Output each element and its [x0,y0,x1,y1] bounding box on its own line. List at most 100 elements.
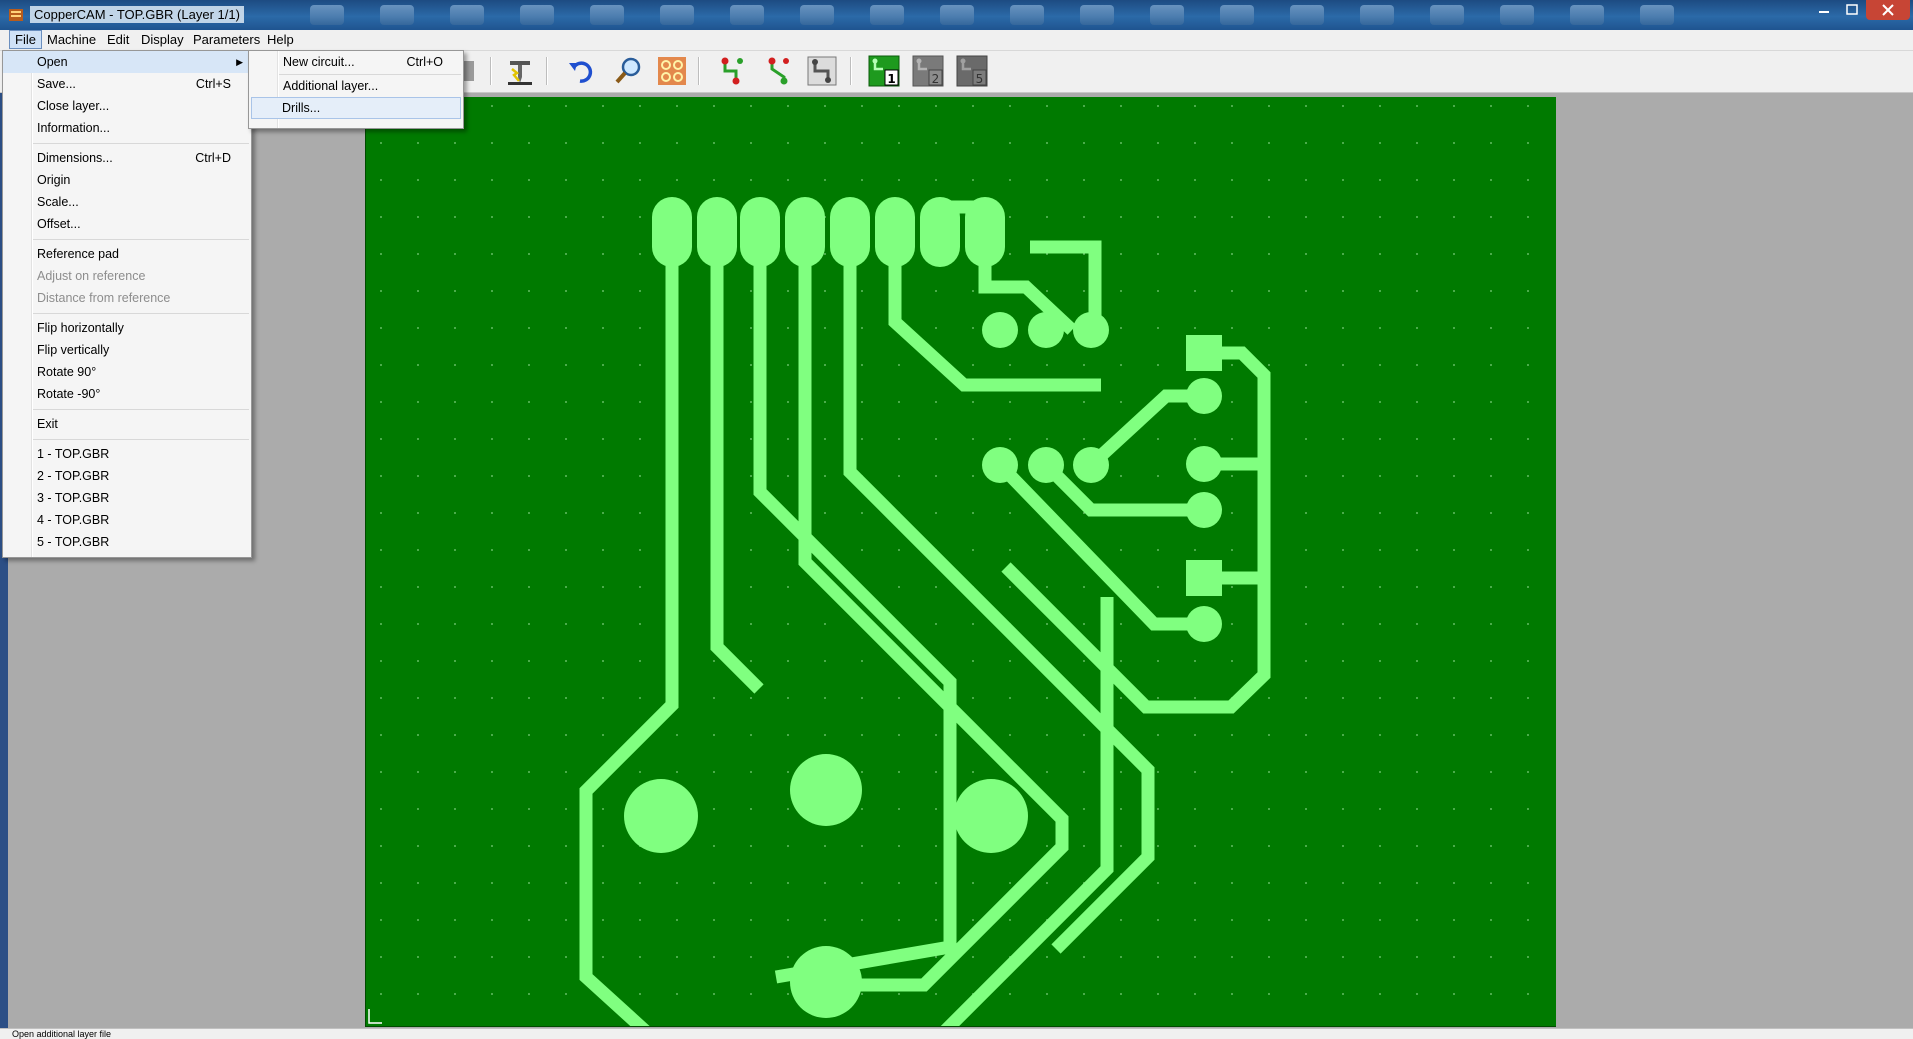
status-bar: Open additional layer file [0,1028,1913,1039]
close-button[interactable] [1866,0,1910,20]
board-grid [366,97,1556,1026]
menu-separator [33,313,249,314]
pad [740,197,780,267]
menu-item-label: New circuit... [283,55,355,69]
file-menu-item-origin[interactable]: Origin [3,169,251,191]
file-menu-item-open[interactable]: Open ▶ [3,51,251,73]
menu-item-label: Save... [37,77,76,91]
menu-file[interactable]: File [9,30,42,49]
menu-item-shortcut: Ctrl+D [195,151,231,165]
close-icon [1882,4,1894,16]
menu-item-label: Open [37,55,68,69]
open-submenu-item-additional-layer[interactable]: Additional layer... [249,75,463,97]
menu-item-shortcut: Ctrl+S [195,77,231,91]
toolbar-separator [546,57,548,85]
file-menu-item-flip-horizontally[interactable]: Flip horizontally [3,317,251,339]
menu-item-label: Close layer... [37,99,110,113]
undo-button[interactable] [566,55,598,87]
track-route-button[interactable] [762,55,794,87]
menu-item-label: 3 - TOP.GBR [37,491,110,505]
file-menu-item-4-top-gbr[interactable]: 4 - TOP.GBR [3,509,251,531]
file-menu-item-reference-pad[interactable]: Reference pad [3,243,251,265]
pcb-layout [366,97,1556,1026]
pcb-board-canvas[interactable] [365,97,1556,1027]
layer-5-number: 5 [976,72,984,86]
title-bar: CopperCAM - TOP.GBR (Layer 1/1) [0,0,1913,30]
layer-5-button[interactable]: 5 [956,55,988,87]
toolbar-separator [698,57,700,85]
file-menu-item-scale[interactable]: Scale... [3,191,251,213]
maximize-button[interactable] [1838,0,1866,20]
maximize-icon [1846,4,1858,15]
pad [697,197,737,267]
app-icon [9,9,23,21]
track-select-icon [721,57,743,85]
file-menu-item-2-top-gbr[interactable]: 2 - TOP.GBR [3,465,251,487]
pad [954,779,1028,853]
menu-machine[interactable]: Machine [42,31,101,48]
file-menu-item-5-top-gbr[interactable]: 5 - TOP.GBR [3,531,251,553]
track-edit-button[interactable] [806,55,838,87]
pad [1028,312,1064,348]
file-menu-item-offset[interactable]: Offset... [3,213,251,235]
pad [785,197,825,267]
menu-item-label: 5 - TOP.GBR [37,535,110,549]
menu-item-label: Reference pad [37,247,120,261]
menu-item-label: 2 - TOP.GBR [37,469,110,483]
menu-parameters[interactable]: Parameters [188,31,265,48]
menu-item-label: Flip horizontally [37,321,124,335]
menu-item-label: Additional layer... [283,79,379,93]
menu-separator [33,439,249,440]
pad [790,754,862,826]
pad [875,197,915,267]
layer-5-icon: 5 [956,55,988,87]
layer-2-button[interactable]: 2 [912,55,944,87]
menu-display[interactable]: Display [136,31,189,48]
pad [920,197,960,267]
undo-icon [569,61,593,83]
menu-separator [33,143,249,144]
minimize-button[interactable] [1810,0,1838,20]
pads-icon [658,57,686,85]
menu-item-label: 4 - TOP.GBR [37,513,110,527]
menu-edit[interactable]: Edit [102,31,134,48]
menu-item-label: Distance from reference [37,291,171,305]
track-select-button[interactable] [716,55,748,87]
file-menu-item-flip-vertically[interactable]: Flip vertically [3,339,251,361]
menu-item-shortcut: Ctrl+O [406,55,443,69]
menu-item-label: Offset... [37,217,81,231]
file-menu-item-close-layer[interactable]: Close layer... [3,95,251,117]
layer-1-icon: 1 [868,55,900,87]
taskbar-thumbnails [310,3,1790,27]
open-submenu: New circuit... Ctrl+O Additional layer... D… [248,50,464,129]
layer-2-icon: 2 [912,55,944,87]
track-edit-icon [807,56,837,86]
toolbar-separator [850,57,852,85]
file-menu-item-1-top-gbr[interactable]: 1 - TOP.GBR [3,443,251,465]
menu-item-label: Dimensions... [37,151,113,165]
file-menu-item-exit[interactable]: Exit [3,413,251,435]
file-menu-item-information[interactable]: Information... [3,117,251,139]
pad [965,197,1005,267]
file-menu-item-save[interactable]: Save... Ctrl+S [3,73,251,95]
open-submenu-item-drills[interactable]: Drills... [251,97,461,119]
pads-button[interactable] [656,55,688,87]
file-menu-item-rotate-90[interactable]: Rotate -90° [3,383,251,405]
menu-item-label: Scale... [37,195,79,209]
pad [624,779,698,853]
file-menu-dropdown: Open ▶ Save... Ctrl+S Close layer... Informat… [2,50,252,558]
file-menu-item-3-top-gbr[interactable]: 3 - TOP.GBR [3,487,251,509]
menu-item-label: Rotate 90° [37,365,97,379]
menu-separator [33,239,249,240]
layer-1-button[interactable]: 1 [868,55,900,87]
mill-tool-button[interactable] [504,55,536,87]
menu-help[interactable]: Help [262,31,299,48]
file-menu-item-dimensions[interactable]: Dimensions... Ctrl+D [3,147,251,169]
open-submenu-item-new-circuit[interactable]: New circuit... Ctrl+O [249,51,463,73]
layer-1-number: 1 [887,72,895,86]
file-menu-item-distance-from-reference: Distance from reference [3,287,251,309]
zoom-button[interactable] [612,55,644,87]
file-menu-item-rotate-90[interactable]: Rotate 90° [3,361,251,383]
menu-item-label: 1 - TOP.GBR [37,447,110,461]
layer-2-number: 2 [932,72,940,86]
